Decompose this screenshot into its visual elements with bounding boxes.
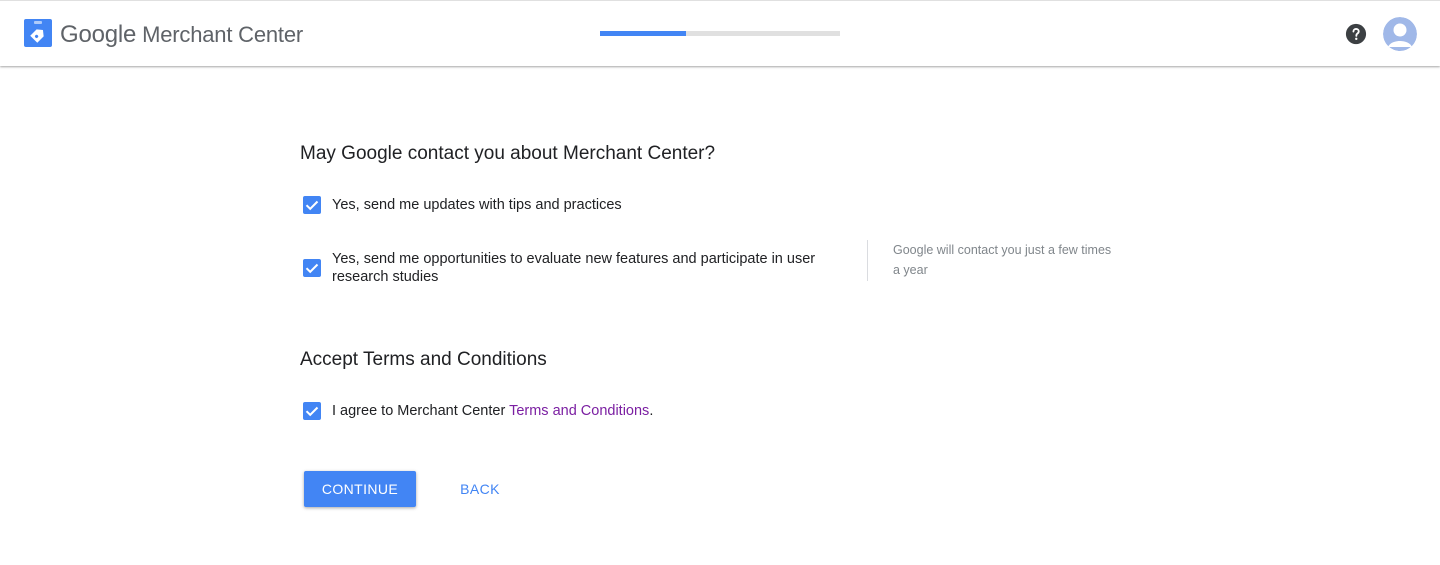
brand-product: Merchant Center [142, 22, 303, 47]
research-label-line2: research studies [332, 269, 439, 285]
top-app-bar: Google Merchant Center [0, 0, 1440, 66]
checkmark-icon [305, 200, 319, 211]
setup-progress-bar [600, 31, 840, 36]
terms-agree-suffix: . [649, 403, 654, 419]
terms-agree-prefix: I agree to Merchant Center [332, 403, 510, 419]
brand-google: Google [60, 21, 137, 48]
note-line2: a year [893, 263, 928, 277]
back-button[interactable]: BACK [448, 471, 512, 507]
contact-frequency-note: Google will contact you just a few times… [893, 240, 1133, 280]
terms-checkbox-label[interactable]: I agree to Merchant Center Terms and Con… [332, 402, 653, 420]
terms-checkbox[interactable] [303, 402, 321, 420]
updates-checkbox-label[interactable]: Yes, send me updates with tips and pract… [332, 196, 622, 214]
research-checkbox-label[interactable]: Yes, send me opportunities to evaluate n… [332, 250, 815, 286]
avatar-icon [1383, 17, 1417, 51]
terms-section-title: Accept Terms and Conditions [300, 349, 547, 370]
research-checkbox[interactable] [303, 259, 321, 277]
updates-checkbox[interactable] [303, 196, 321, 214]
contact-section-title: May Google contact you about Merchant Ce… [300, 143, 716, 164]
continue-button[interactable]: CONTINUE [304, 471, 416, 507]
research-label-line1: Yes, send me opportunities to evaluate n… [332, 251, 816, 267]
checkmark-icon [305, 263, 319, 274]
help-icon[interactable] [1345, 23, 1367, 45]
merchant-center-logo-icon[interactable] [24, 19, 52, 47]
divider [867, 240, 868, 281]
checkmark-icon [305, 406, 319, 417]
brand-name[interactable]: Google Merchant Center [60, 21, 303, 49]
terms-and-conditions-link[interactable]: Terms and Conditions [509, 403, 649, 419]
account-avatar[interactable] [1383, 17, 1417, 51]
setup-progress-fill [600, 31, 687, 36]
note-line1: Google will contact you just a few times [893, 243, 1112, 257]
